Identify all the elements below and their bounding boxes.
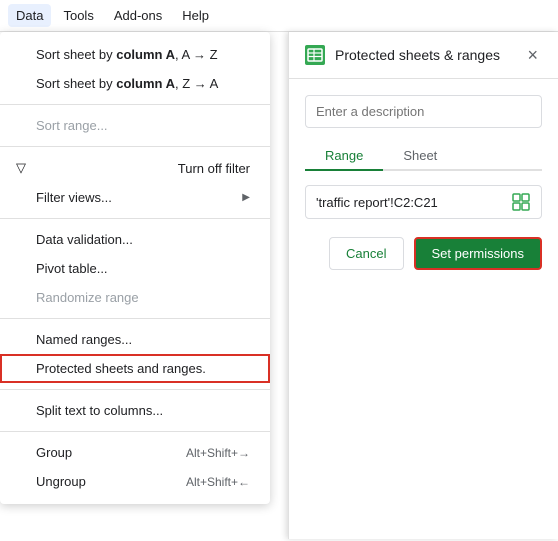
group-item[interactable]: Group Alt+Shift+→ bbox=[0, 438, 270, 467]
turn-off-filter-item[interactable]: ▽ Turn off filter bbox=[0, 153, 270, 183]
pivot-table-item[interactable]: Pivot table... bbox=[0, 254, 270, 283]
side-panel: Protected sheets & ranges × Range Sheet … bbox=[288, 32, 558, 539]
panel-header: Protected sheets & ranges × bbox=[289, 32, 558, 79]
divider-6 bbox=[0, 431, 270, 432]
protected-sheets-item[interactable]: Protected sheets and ranges. bbox=[0, 354, 270, 383]
tab-range[interactable]: Range bbox=[305, 142, 383, 169]
menu-bar: Data Tools Add-ons Help bbox=[0, 0, 558, 32]
sort-za-item[interactable]: Sort sheet by column A, Z → A bbox=[0, 69, 270, 98]
filter-icon: ▽ bbox=[16, 160, 26, 176]
buttons-row: Cancel Set permissions bbox=[305, 237, 542, 270]
divider-1 bbox=[0, 104, 270, 105]
range-value: 'traffic report'!C2:C21 bbox=[316, 195, 503, 210]
arrow-icon: ▶ bbox=[242, 192, 250, 203]
ungroup-item[interactable]: Ungroup Alt+Shift+← bbox=[0, 467, 270, 496]
tab-sheet[interactable]: Sheet bbox=[383, 142, 457, 169]
divider-5 bbox=[0, 389, 270, 390]
divider-3 bbox=[0, 218, 270, 219]
sort-az-item[interactable]: Sort sheet by column A, A → Z bbox=[0, 40, 270, 69]
dropdown-menu: Sort sheet by column A, A → Z Sort sheet… bbox=[0, 32, 270, 504]
panel-body: Range Sheet 'traffic report'!C2:C21 Canc… bbox=[289, 79, 558, 286]
ungroup-shortcut: Alt+Shift+← bbox=[186, 475, 250, 489]
data-validation-item[interactable]: Data validation... bbox=[0, 225, 270, 254]
named-ranges-item[interactable]: Named ranges... bbox=[0, 325, 270, 354]
divider-4 bbox=[0, 318, 270, 319]
randomize-range-item[interactable]: Randomize range bbox=[0, 283, 270, 312]
divider-2 bbox=[0, 146, 270, 147]
description-input[interactable] bbox=[305, 95, 542, 128]
menu-item-data[interactable]: Data bbox=[8, 4, 51, 27]
cancel-button[interactable]: Cancel bbox=[329, 237, 403, 270]
set-permissions-button[interactable]: Set permissions bbox=[414, 237, 542, 270]
select-range-icon[interactable] bbox=[511, 192, 531, 212]
menu-item-tools[interactable]: Tools bbox=[55, 4, 101, 27]
menu-item-help[interactable]: Help bbox=[174, 4, 217, 27]
range-input-row: 'traffic report'!C2:C21 bbox=[305, 185, 542, 219]
group-shortcut: Alt+Shift+→ bbox=[186, 446, 250, 460]
close-button[interactable]: × bbox=[523, 44, 542, 66]
tabs-row: Range Sheet bbox=[305, 142, 542, 171]
sort-range-item[interactable]: Sort range... bbox=[0, 111, 270, 140]
content-area: Sort sheet by column A, A → Z Sort sheet… bbox=[0, 32, 558, 539]
menu-item-addons[interactable]: Add-ons bbox=[106, 4, 170, 27]
split-text-item[interactable]: Split text to columns... bbox=[0, 396, 270, 425]
sheets-icon bbox=[305, 45, 325, 65]
filter-views-item[interactable]: Filter views... ▶ bbox=[0, 183, 270, 212]
panel-title: Protected sheets & ranges bbox=[335, 47, 513, 63]
